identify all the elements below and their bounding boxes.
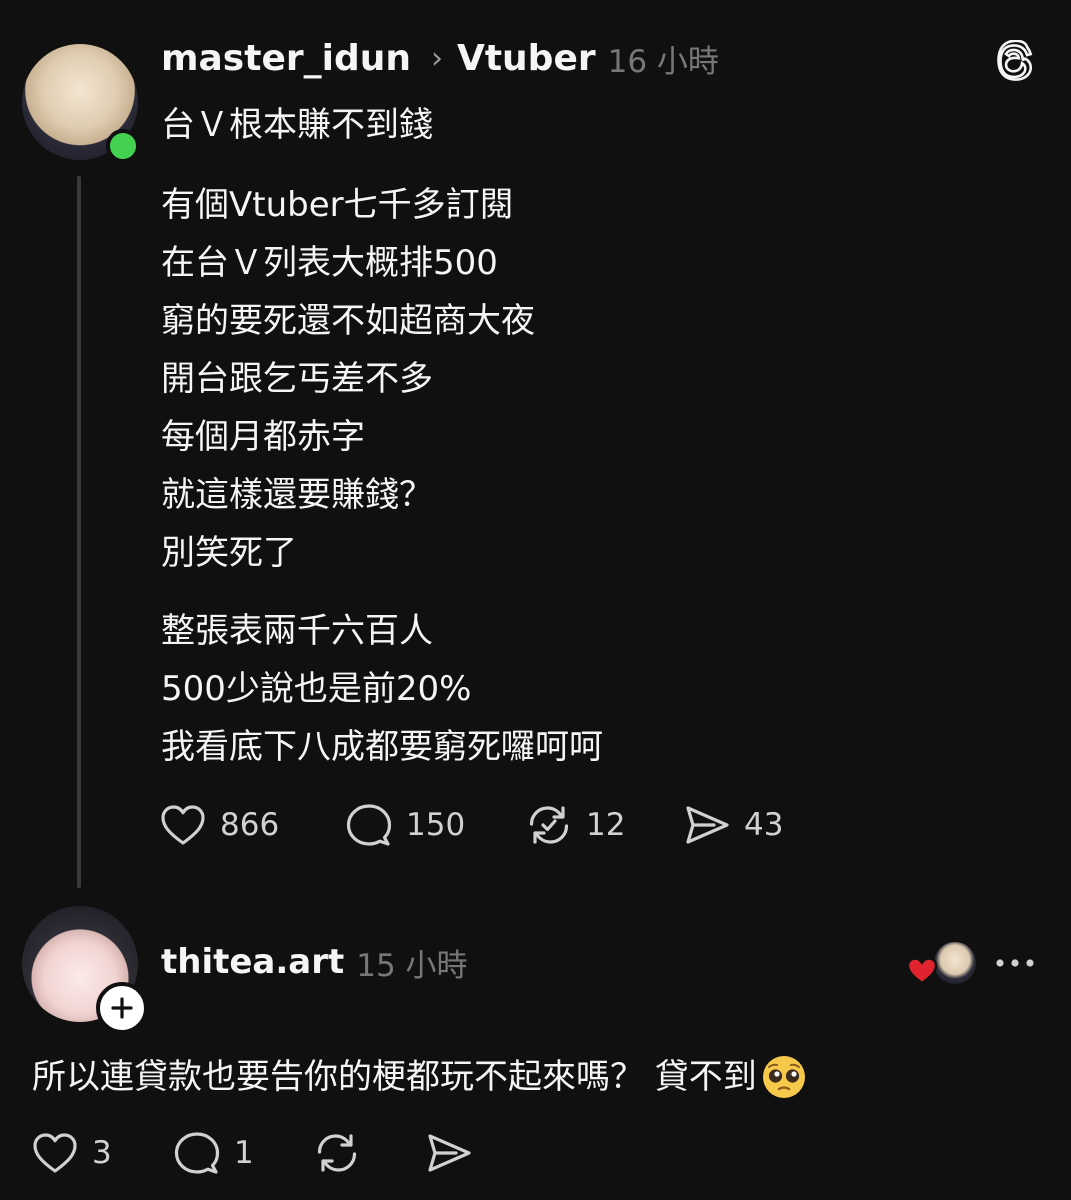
reply-repost-button[interactable] <box>314 1131 426 1175</box>
reply-share-button[interactable] <box>426 1131 472 1175</box>
heart-icon <box>33 1133 77 1173</box>
more-dots-icon[interactable] <box>994 948 1036 978</box>
reply-like-button[interactable]: 3 <box>32 1132 174 1174</box>
post-line: 開台跟乞丐差不多 <box>161 359 433 399</box>
reply-action-bar: 3 1 <box>32 1128 472 1178</box>
liked-by-author-avatar <box>932 940 978 986</box>
post-action-bar: 866 150 12 43 <box>160 800 783 850</box>
reply-like-count: 3 <box>92 1135 112 1171</box>
thread-connector-line <box>77 176 81 888</box>
reply-comment-button[interactable]: 1 <box>174 1131 314 1175</box>
post-line: 窮的要死還不如超商大夜 <box>161 301 535 341</box>
post-paragraph-1: 有個Vtuber七千多訂閱 在台Ｖ列表大概排500 窮的要死還不如超商大夜 開台… <box>161 176 603 582</box>
send-icon <box>686 806 729 844</box>
topic-chevron-icon: › <box>430 40 443 76</box>
reply-body: 所以連貸款也要告你的梗都玩不起來嗎？ 貸不到 <box>32 1050 807 1104</box>
send-icon <box>428 1134 471 1172</box>
post-username[interactable]: master_idun <box>161 38 411 79</box>
threads-post-view: master_idun › Vtuber 16 小時 台Ｖ根本賺不到錢 有個Vt… <box>0 0 1071 1200</box>
share-count: 43 <box>744 807 784 843</box>
post-line: 在台Ｖ列表大概排500 <box>161 243 498 283</box>
repost-icon <box>317 1134 357 1172</box>
threads-logo-icon[interactable] <box>994 40 1036 82</box>
reply-text: 所以連貸款也要告你的梗都玩不起來嗎？ 貸不到 <box>32 1057 757 1097</box>
reply-header: thitea.art 15 小時 <box>161 940 468 984</box>
liked-by-author-indicator <box>906 940 978 986</box>
post-line: 就這樣還要賺錢？ <box>161 475 433 515</box>
comment-bubble-icon <box>346 804 392 846</box>
post-line: 我看底下八成都要窮死囉呵呵 <box>161 727 603 767</box>
share-button[interactable]: 43 <box>684 803 783 847</box>
comment-button[interactable]: 150 <box>346 803 526 847</box>
post-line: 整張表兩千六百人 <box>161 611 433 651</box>
repost-count: 12 <box>586 807 626 843</box>
follow-button[interactable] <box>96 982 148 1034</box>
reply-timestamp: 15 小時 <box>356 947 468 984</box>
reply-username[interactable]: thitea.art <box>161 942 344 982</box>
post-timestamp: 16 小時 <box>607 43 719 80</box>
reply-comment-count: 1 <box>234 1135 254 1171</box>
comment-count: 150 <box>406 807 466 843</box>
post-line: 有個Vtuber七千多訂閱 <box>161 185 514 225</box>
plus-icon <box>111 997 133 1019</box>
repost-button[interactable]: 12 <box>526 803 684 847</box>
like-button[interactable]: 866 <box>160 804 346 846</box>
comment-bubble-icon <box>174 1132 220 1174</box>
heart-icon <box>161 805 205 845</box>
liked-heart-icon <box>906 957 938 985</box>
post-topic-tag[interactable]: Vtuber <box>457 38 596 79</box>
post-body: 台Ｖ根本賺不到錢 有個Vtuber七千多訂閱 在台Ｖ列表大概排500 窮的要死還… <box>161 96 603 776</box>
repost-icon <box>529 806 569 844</box>
like-count: 866 <box>220 807 280 843</box>
post-paragraph-2: 整張表兩千六百人 500少說也是前20% 我看底下八成都要窮死囉呵呵 <box>161 602 603 776</box>
post-header: master_idun › Vtuber 16 小時 <box>161 36 719 80</box>
post-title-line: 台Ｖ根本賺不到錢 <box>161 105 433 145</box>
post-line: 每個月都赤字 <box>161 417 365 457</box>
post-line: 500少說也是前20% <box>161 669 472 709</box>
online-status-indicator <box>106 129 140 163</box>
post-line: 別笑死了 <box>161 533 297 573</box>
pleading-face-emoji-icon <box>762 1056 805 1098</box>
